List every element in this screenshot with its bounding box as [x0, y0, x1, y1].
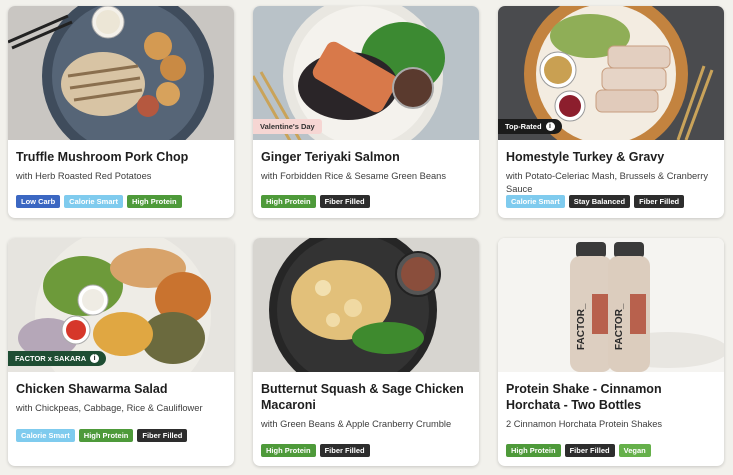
tag-list: Low Carb Calorie Smart High Protein: [16, 195, 182, 208]
tag-stay-balanced: Stay Balanced: [568, 195, 631, 208]
bottle-brand-text: FACTOR_: [576, 303, 587, 350]
meal-card-shawarma-salad[interactable]: FACTOR x SAKARA i Chicken Shawarma Salad…: [8, 238, 234, 466]
tag-high-protein: High Protein: [261, 195, 316, 208]
tag-calorie-smart: Calorie Smart: [64, 195, 123, 208]
meal-title[interactable]: Protein Shake - Cinnamon Horchata - Two …: [506, 381, 716, 413]
meal-card-protein-shake[interactable]: FACTOR_ FACTOR_ Protein Shake - Cinnamon…: [498, 238, 724, 466]
meal-card-salmon[interactable]: Valentine's Day Ginger Teriyaki Salmon w…: [253, 6, 479, 218]
bottle-brand-text: FACTOR_: [614, 303, 625, 350]
meal-image[interactable]: FACTOR_ FACTOR_: [498, 238, 724, 372]
top-rated-badge: Top-Rated i: [498, 119, 562, 134]
tag-list: High Protein Fiber Filled: [261, 444, 370, 457]
tag-fiber-filled: Fiber Filled: [634, 195, 685, 208]
tag-list: Calorie Smart Stay Balanced Fiber Filled: [506, 195, 685, 208]
tag-list: Calorie Smart High Protein Fiber Filled: [16, 429, 188, 442]
meal-image[interactable]: [253, 238, 479, 372]
tag-calorie-smart: Calorie Smart: [506, 195, 565, 208]
tag-high-protein: High Protein: [126, 195, 182, 208]
meal-image[interactable]: Top-Rated i: [498, 6, 724, 140]
meal-subtitle: with Forbidden Rice & Sesame Green Beans: [261, 171, 446, 181]
macaroni-plate-image: [253, 238, 479, 372]
meal-subtitle: with Green Beans & Apple Cranberry Crumb…: [261, 419, 452, 429]
tag-fiber-filled: Fiber Filled: [319, 195, 370, 208]
pork-chop-plate-image: [8, 6, 234, 140]
tag-calorie-smart: Calorie Smart: [16, 429, 75, 442]
meal-title[interactable]: Chicken Shawarma Salad: [16, 381, 226, 397]
valentines-day-badge: Valentine's Day: [253, 119, 322, 134]
tag-fiber-filled: Fiber Filled: [319, 444, 370, 457]
meal-image[interactable]: Valentine's Day: [253, 6, 479, 140]
meal-card-turkey[interactable]: Top-Rated i Homestyle Turkey & Gravy wit…: [498, 6, 724, 218]
meal-subtitle: 2 Cinnamon Horchata Protein Shakes: [506, 419, 663, 429]
tag-high-protein: High Protein: [78, 429, 134, 442]
meal-title[interactable]: Butternut Squash & Sage Chicken Macaroni: [261, 381, 471, 413]
meal-subtitle: with Herb Roasted Red Potatoes: [16, 171, 152, 181]
meal-card-macaroni[interactable]: Butternut Squash & Sage Chicken Macaroni…: [253, 238, 479, 466]
tag-list: High Protein Fiber Filled Vegan: [506, 444, 651, 457]
meal-title[interactable]: Homestyle Turkey & Gravy: [506, 149, 716, 165]
info-icon[interactable]: i: [90, 354, 100, 363]
factor-sakara-label: FACTOR x SAKARA: [15, 354, 87, 363]
meal-title[interactable]: Truffle Mushroom Pork Chop: [16, 149, 226, 165]
tag-vegan: Vegan: [618, 444, 651, 457]
tag-fiber-filled: Fiber Filled: [564, 444, 615, 457]
meal-image[interactable]: [8, 6, 234, 140]
tag-fiber-filled: Fiber Filled: [137, 429, 188, 442]
meal-title[interactable]: Ginger Teriyaki Salmon: [261, 149, 471, 165]
tag-low-carb: Low Carb: [16, 195, 61, 208]
factor-sakara-badge: FACTOR x SAKARA i: [8, 351, 107, 366]
tag-list: High Protein Fiber Filled: [261, 195, 370, 208]
tag-high-protein: High Protein: [261, 444, 316, 457]
protein-shake-bottles-image: FACTOR_ FACTOR_: [498, 238, 724, 372]
info-icon[interactable]: i: [545, 122, 555, 131]
meal-card-pork-chop[interactable]: Truffle Mushroom Pork Chop with Herb Roa…: [8, 6, 234, 218]
top-rated-label: Top-Rated: [505, 122, 542, 131]
meal-subtitle: with Potato-Celeriac Mash, Brussels & Cr…: [506, 171, 709, 194]
tag-high-protein: High Protein: [506, 444, 561, 457]
meal-subtitle: with Chickpeas, Cabbage, Rice & Cauliflo…: [16, 403, 203, 413]
meal-image[interactable]: FACTOR x SAKARA i: [8, 238, 234, 372]
